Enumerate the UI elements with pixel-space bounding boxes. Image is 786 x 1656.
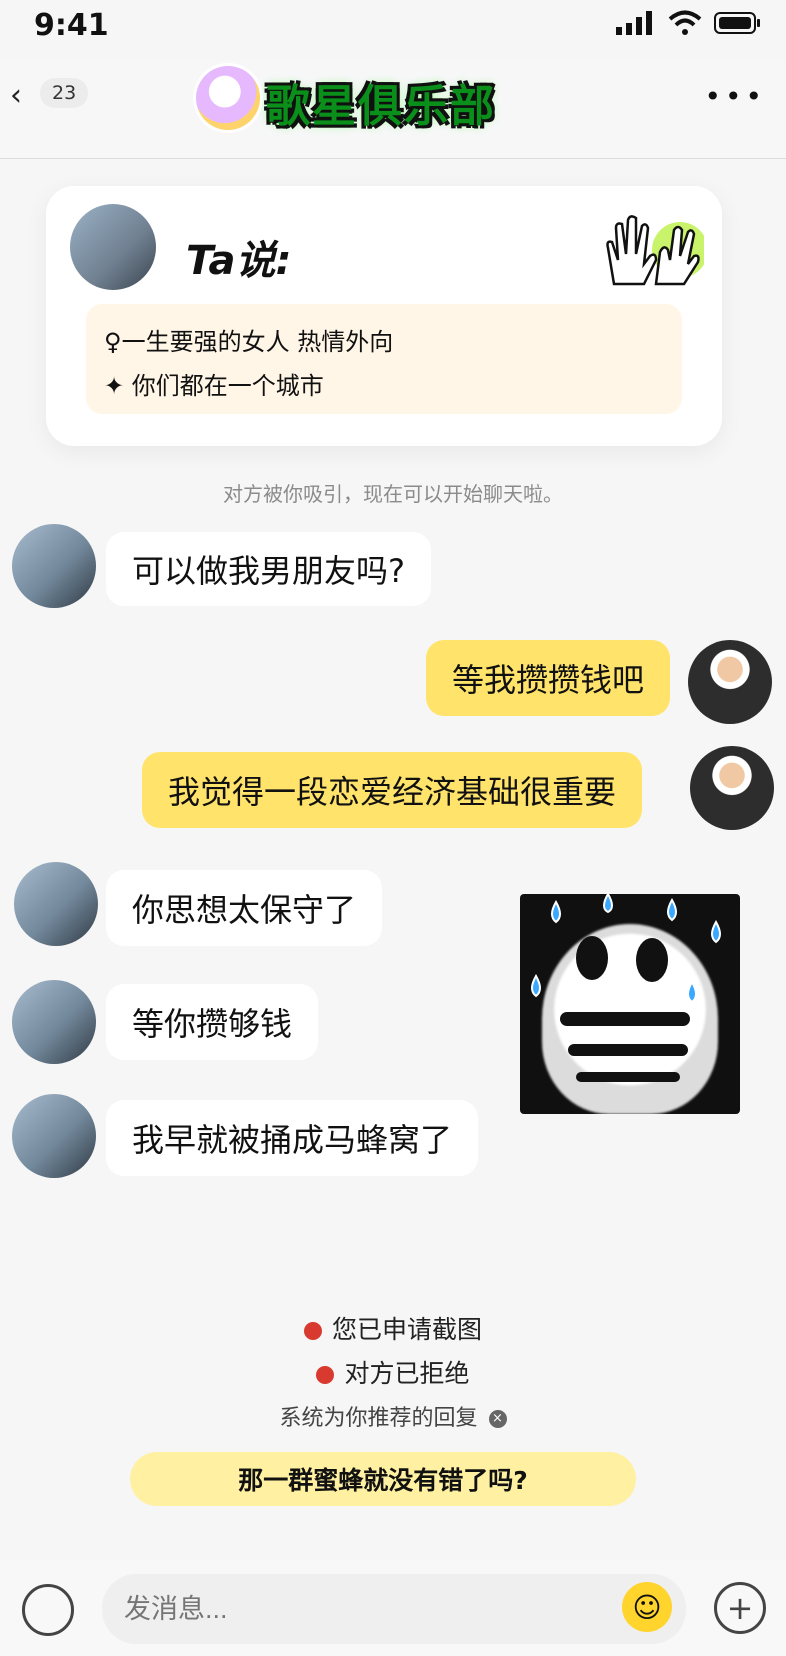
screenshot-request-text: 您已申请截图 [331, 1315, 482, 1344]
my-avatar[interactable] [688, 640, 772, 724]
contact-avatar[interactable] [12, 980, 96, 1064]
more-menu-button[interactable]: ••• [704, 80, 766, 113]
profile-card-title: Ta说: [186, 238, 292, 284]
emoji-icon[interactable]: ☺ [622, 1582, 672, 1632]
close-icon[interactable]: × [488, 1410, 507, 1428]
sweat-drops-icon [531, 894, 721, 1082]
my-avatar[interactable] [690, 746, 774, 830]
red-dot-icon [316, 1366, 335, 1384]
rejected-text: 对方已拒绝 [344, 1359, 470, 1388]
contact-avatar[interactable] [14, 862, 98, 946]
outgoing-message: 我觉得一段恋爱经济基础很重要 [142, 752, 643, 828]
rejected-notice: 对方已拒绝 [0, 1354, 786, 1390]
status-time: 9:41 [34, 8, 109, 43]
input-bar: ☺ + [0, 1560, 786, 1656]
group-avatar[interactable] [196, 66, 260, 130]
recommended-reply-label: 系统为你推荐的回复 × [0, 1400, 786, 1432]
system-note: 对方被你吸引，现在可以开始聊天啦。 [223, 482, 563, 506]
outgoing-message: 等我攒攒钱吧 [426, 640, 671, 716]
status-icons [616, 10, 762, 36]
suggested-reply-button[interactable]: 那一群蜜蜂就没有错了吗? [130, 1452, 636, 1506]
contact-avatar[interactable] [12, 1094, 96, 1178]
profile-card: Ta说: ♀一生要强的女人 热情外向 ✦ 你们都在一个城市 [46, 186, 722, 446]
profile-avatar[interactable] [70, 204, 156, 290]
profile-info-line: ♀一生要强的女人 热情外向 [104, 328, 394, 356]
unread-count-badge: 23 [40, 78, 89, 108]
profile-info-box: ♀一生要强的女人 热情外向 ✦ 你们都在一个城市 [86, 304, 682, 414]
incoming-message: 可以做我男朋友吗? [106, 532, 431, 606]
battery-icon [714, 12, 760, 34]
plus-icon[interactable]: + [714, 1582, 766, 1634]
red-dot-icon [303, 1322, 322, 1340]
group-title: 歌星俱乐部 [266, 81, 496, 132]
voice-input-icon[interactable] [22, 1584, 74, 1636]
chat-header: ‹ 23 歌星俱乐部 ••• [0, 60, 786, 159]
sweat-face-sticker[interactable] [520, 894, 740, 1114]
signal-icon [616, 11, 652, 35]
wifi-icon [668, 10, 702, 35]
profile-info-line: ✦ 你们都在一个城市 [104, 372, 324, 400]
incoming-message: 我早就被捅成马蜂窝了 [106, 1100, 479, 1176]
high-five-icon [606, 215, 704, 286]
back-button[interactable]: ‹ [10, 78, 22, 113]
incoming-message: 等你攒够钱 [106, 984, 319, 1060]
message-input[interactable] [102, 1574, 686, 1644]
recommended-label-text: 系统为你推荐的回复 [279, 1406, 478, 1431]
contact-avatar[interactable] [12, 524, 96, 608]
incoming-message: 你思想太保守了 [106, 870, 383, 946]
screenshot-request-notice: 您已申请截图 [0, 1310, 786, 1346]
